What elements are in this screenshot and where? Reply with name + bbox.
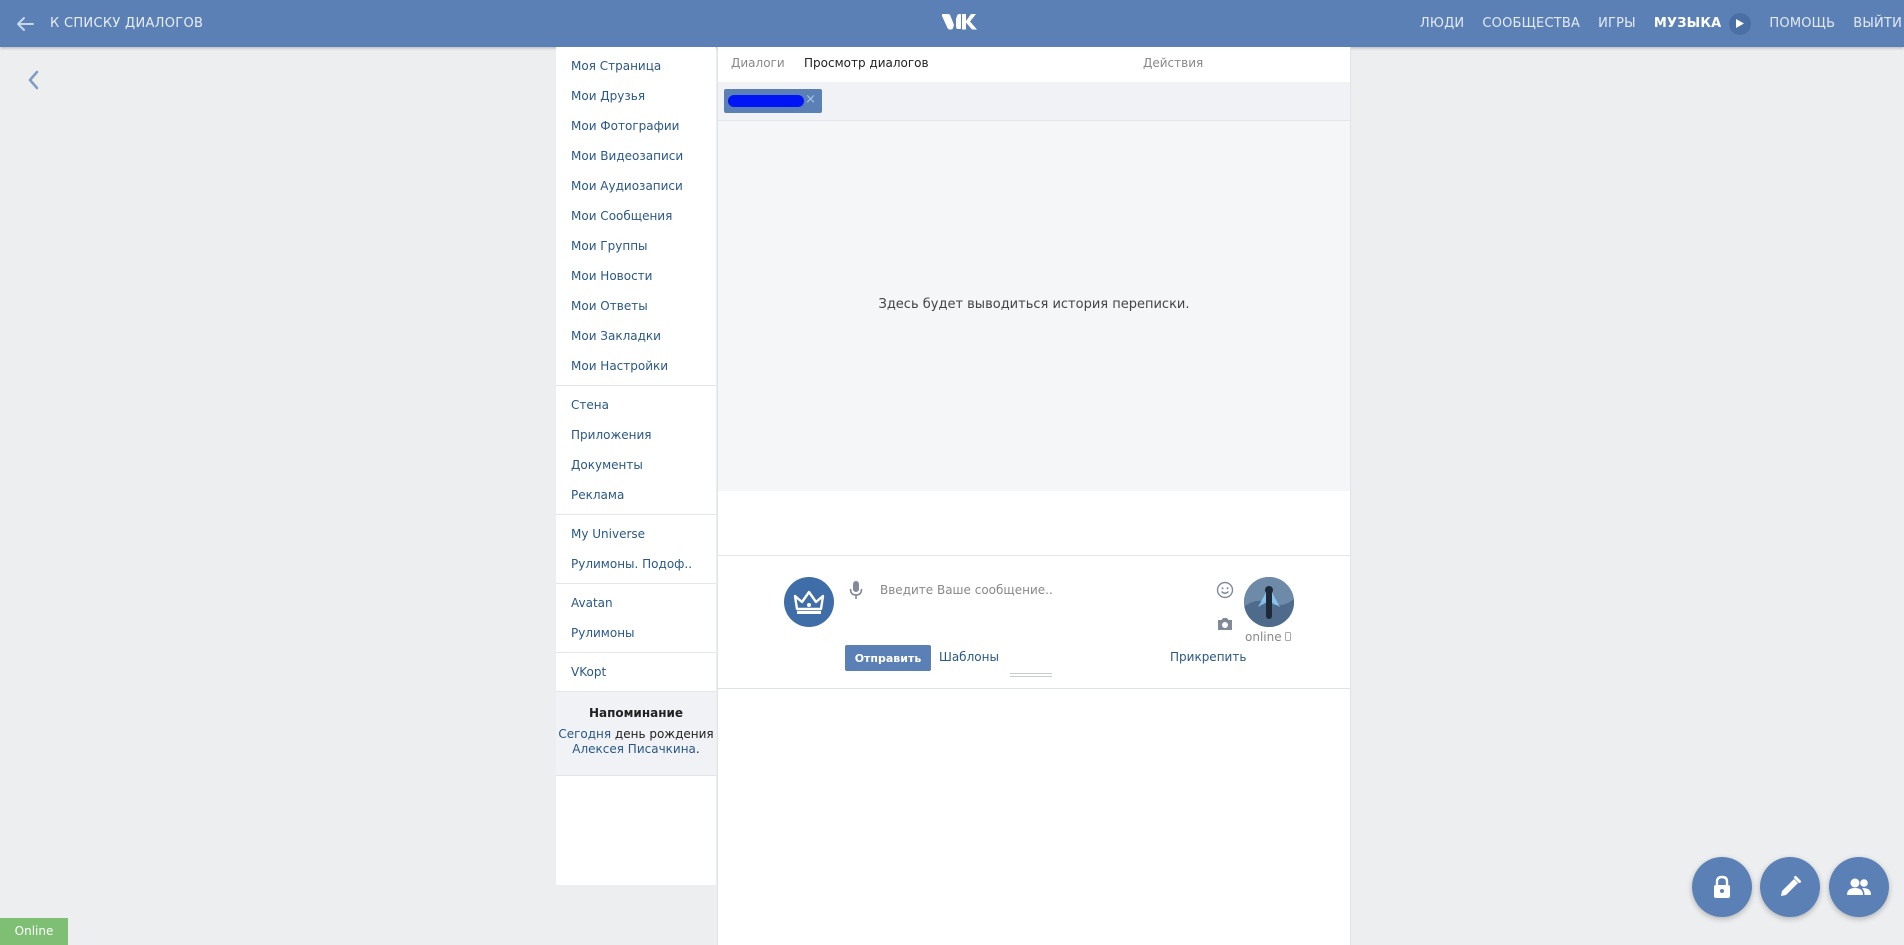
- tab-actions[interactable]: Действия: [1143, 56, 1203, 70]
- nav-communities[interactable]: СООБЩЕСТВА: [1482, 16, 1580, 31]
- menu-item-my-friends[interactable]: Мои Друзья: [556, 81, 716, 111]
- back-to-dialogs-link[interactable]: К СПИСКУ ДИАЛОГОВ: [14, 0, 203, 47]
- reminder-title: Напоминание: [588, 706, 684, 720]
- chevron-left-icon[interactable]: [24, 68, 44, 92]
- vk-logo-icon[interactable]: [940, 10, 982, 36]
- peer-avatar[interactable]: [1244, 577, 1294, 627]
- friends-button[interactable]: [1829, 857, 1889, 917]
- peer-photo-icon: [1244, 577, 1294, 627]
- history-placeholder: Здесь будет выводиться история переписки…: [878, 297, 1190, 312]
- menu-item-wall[interactable]: Стена: [556, 390, 716, 420]
- peer-online-status: online: [1245, 630, 1292, 644]
- pencil-icon: [1781, 876, 1801, 896]
- message-history: Здесь будет выводиться история переписки…: [718, 121, 1350, 491]
- play-icon: [1736, 19, 1745, 28]
- open-chats-bar: ×: [718, 82, 1350, 121]
- menu-group-apps-2: Avatan Рулимоны: [556, 584, 716, 653]
- menu-item-my-answers[interactable]: Мои Ответы: [556, 291, 716, 321]
- menu-group-services: Стена Приложения Документы Реклама: [556, 386, 716, 515]
- lock-button[interactable]: [1692, 857, 1752, 917]
- menu-item-rulimony-podof[interactable]: Рулимоны. Подоф..: [556, 549, 716, 579]
- nav-logout[interactable]: ВЫЙТИ: [1853, 16, 1902, 31]
- back-link-label: К СПИСКУ ДИАЛОГОВ: [50, 16, 204, 31]
- menu-item-my-settings[interactable]: Мои Настройки: [556, 351, 716, 381]
- tab-view-dialogs[interactable]: Просмотр диалогов: [804, 56, 929, 70]
- resize-handle[interactable]: [1010, 673, 1052, 679]
- menu-group-apps-3: VKopt: [556, 653, 716, 692]
- message-composer: online Отправить Шаблоны Прикрепить: [718, 555, 1350, 689]
- nav-games[interactable]: ИГРЫ: [1598, 16, 1636, 31]
- peer-status-label: online: [1245, 630, 1282, 644]
- birthday-reminder: Напоминание Сегодня день рождения Алексе…: [556, 692, 716, 776]
- reminder-text: день рождения: [611, 727, 714, 741]
- tab-dialogs[interactable]: Диалоги: [731, 56, 785, 70]
- send-button[interactable]: Отправить: [845, 645, 931, 671]
- smile-icon[interactable]: [1216, 581, 1234, 599]
- side-menu: Моя Страница Мои Друзья Мои Фотографии М…: [556, 47, 716, 885]
- nav-help[interactable]: ПОМОЩЬ: [1769, 16, 1835, 31]
- reminder-body: Сегодня день рождения Алексея Писачкина.: [556, 727, 716, 757]
- crown-icon: [793, 590, 825, 614]
- users-icon: [1847, 878, 1871, 895]
- menu-item-rulimony[interactable]: Рулимоны: [556, 618, 716, 648]
- camera-icon[interactable]: [1216, 616, 1234, 632]
- nav-music[interactable]: МУЗЫКА: [1654, 16, 1722, 31]
- menu-item-my-messages[interactable]: Мои Сообщения: [556, 201, 716, 231]
- templates-link[interactable]: Шаблоны: [939, 650, 999, 664]
- menu-item-documents[interactable]: Документы: [556, 450, 716, 480]
- menu-item-ads[interactable]: Реклама: [556, 480, 716, 510]
- menu-item-my-bookmarks[interactable]: Мои Закладки: [556, 321, 716, 351]
- redacted-name: [728, 95, 804, 107]
- my-avatar[interactable]: [784, 577, 834, 627]
- menu-group-apps-1: My Universe Рулимоны. Подоф..: [556, 515, 716, 584]
- menu-item-my-audio[interactable]: Мои Аудиозаписи: [556, 171, 716, 201]
- menu-item-my-videos[interactable]: Мои Видеозаписи: [556, 141, 716, 171]
- open-chat-tab[interactable]: ×: [724, 89, 822, 113]
- compose-button[interactable]: [1760, 857, 1820, 917]
- arrow-left-icon: [17, 16, 34, 31]
- top-nav: ЛЮДИ СООБЩЕСТВА ИГРЫ МУЗЫКА ПОМОЩЬ ВЫЙТИ: [1420, 0, 1904, 47]
- menu-item-my-news[interactable]: Мои Новости: [556, 261, 716, 291]
- nav-people[interactable]: ЛЮДИ: [1420, 16, 1465, 31]
- menu-item-my-photos[interactable]: Мои Фотографии: [556, 111, 716, 141]
- attach-link[interactable]: Прикрепить: [1170, 650, 1246, 664]
- online-status-badge: Online: [0, 918, 68, 945]
- lock-icon: [1714, 875, 1730, 898]
- music-play-button[interactable]: [1729, 12, 1752, 35]
- menu-item-my-page[interactable]: Моя Страница: [556, 51, 716, 81]
- message-input[interactable]: [878, 574, 1202, 606]
- mobile-icon: [1285, 632, 1292, 641]
- top-bar: К СПИСКУ ДИАЛОГОВ ЛЮДИ СООБЩЕСТВА ИГРЫ М…: [0, 0, 1904, 47]
- menu-item-vkopt[interactable]: VKopt: [556, 657, 716, 687]
- menu-item-avatan[interactable]: Avatan: [556, 588, 716, 618]
- reminder-today-link[interactable]: Сегодня: [558, 727, 611, 741]
- close-icon[interactable]: ×: [805, 92, 816, 107]
- menu-item-my-groups[interactable]: Мои Группы: [556, 231, 716, 261]
- microphone-icon[interactable]: [848, 580, 864, 600]
- messages-panel: Диалоги Просмотр диалогов Действия × Зде…: [717, 47, 1351, 945]
- dialog-tabs: Диалоги Просмотр диалогов Действия: [718, 47, 1350, 82]
- menu-group-main: Моя Страница Мои Друзья Мои Фотографии М…: [556, 47, 716, 386]
- reminder-person-link[interactable]: Алексея Писачкина: [572, 742, 696, 756]
- menu-item-apps[interactable]: Приложения: [556, 420, 716, 450]
- reminder-suffix: .: [695, 742, 700, 756]
- menu-item-my-universe[interactable]: My Universe: [556, 519, 716, 549]
